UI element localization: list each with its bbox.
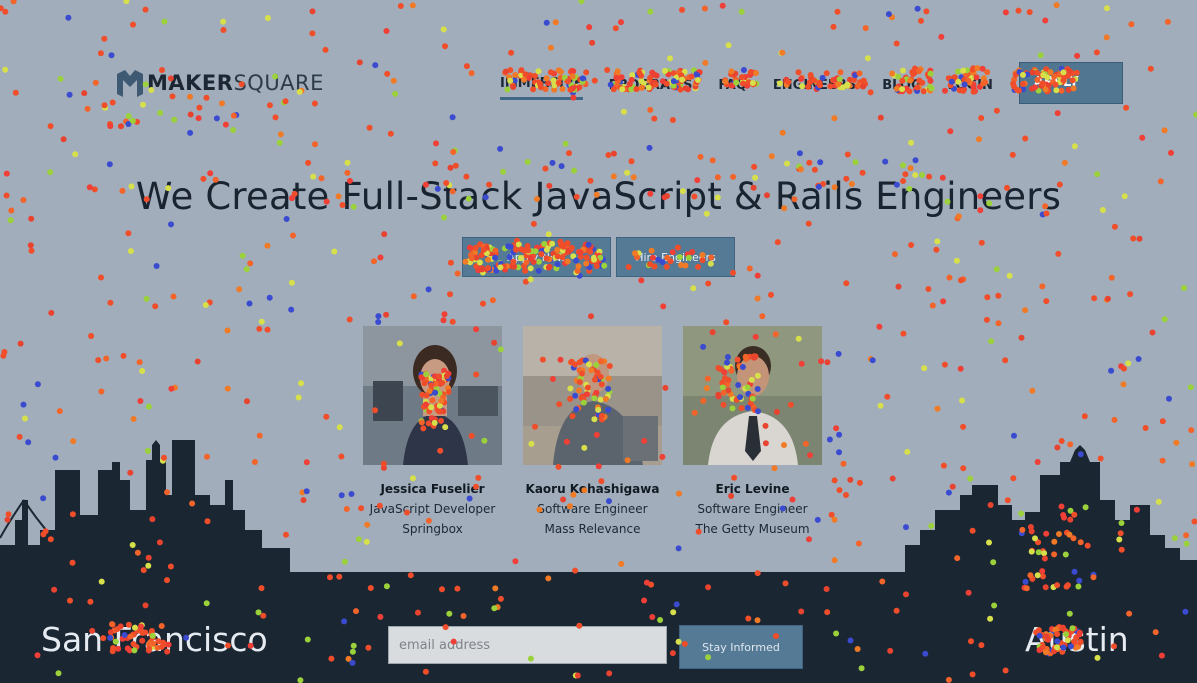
- graduate-photo: [363, 326, 502, 465]
- graduate-photo: [523, 326, 662, 465]
- graduates-list: Jessica Fuselier JavaScript Developer Sp…: [363, 326, 822, 539]
- graduate-name: Eric Levine: [715, 482, 790, 496]
- graduate-name: Jessica Fuselier: [380, 482, 485, 496]
- email-field[interactable]: [388, 626, 667, 664]
- city-label-austin: Austin: [1025, 620, 1129, 659]
- graduate-card[interactable]: Eric Levine Software Engineer The Getty …: [683, 326, 822, 539]
- graduate-name: Kaoru Kohashigawa: [525, 482, 660, 496]
- city-label-san-francisco: San Francisco: [41, 620, 268, 659]
- graduate-photo: [683, 326, 822, 465]
- graduate-card[interactable]: Jessica Fuselier JavaScript Developer Sp…: [363, 326, 502, 539]
- stay-informed-button[interactable]: Stay Informed: [679, 625, 803, 669]
- graduate-card[interactable]: Kaoru Kohashigawa Software Engineer Mass…: [523, 326, 662, 539]
- graduate-role: JavaScript Developer: [369, 502, 496, 516]
- graduate-company: Springbox: [402, 522, 463, 536]
- graduate-company: Mass Relevance: [544, 522, 641, 536]
- graduate-role: Software Engineer: [697, 502, 808, 516]
- graduate-company: The Getty Museum: [695, 522, 810, 536]
- graduate-role: Software Engineer: [537, 502, 648, 516]
